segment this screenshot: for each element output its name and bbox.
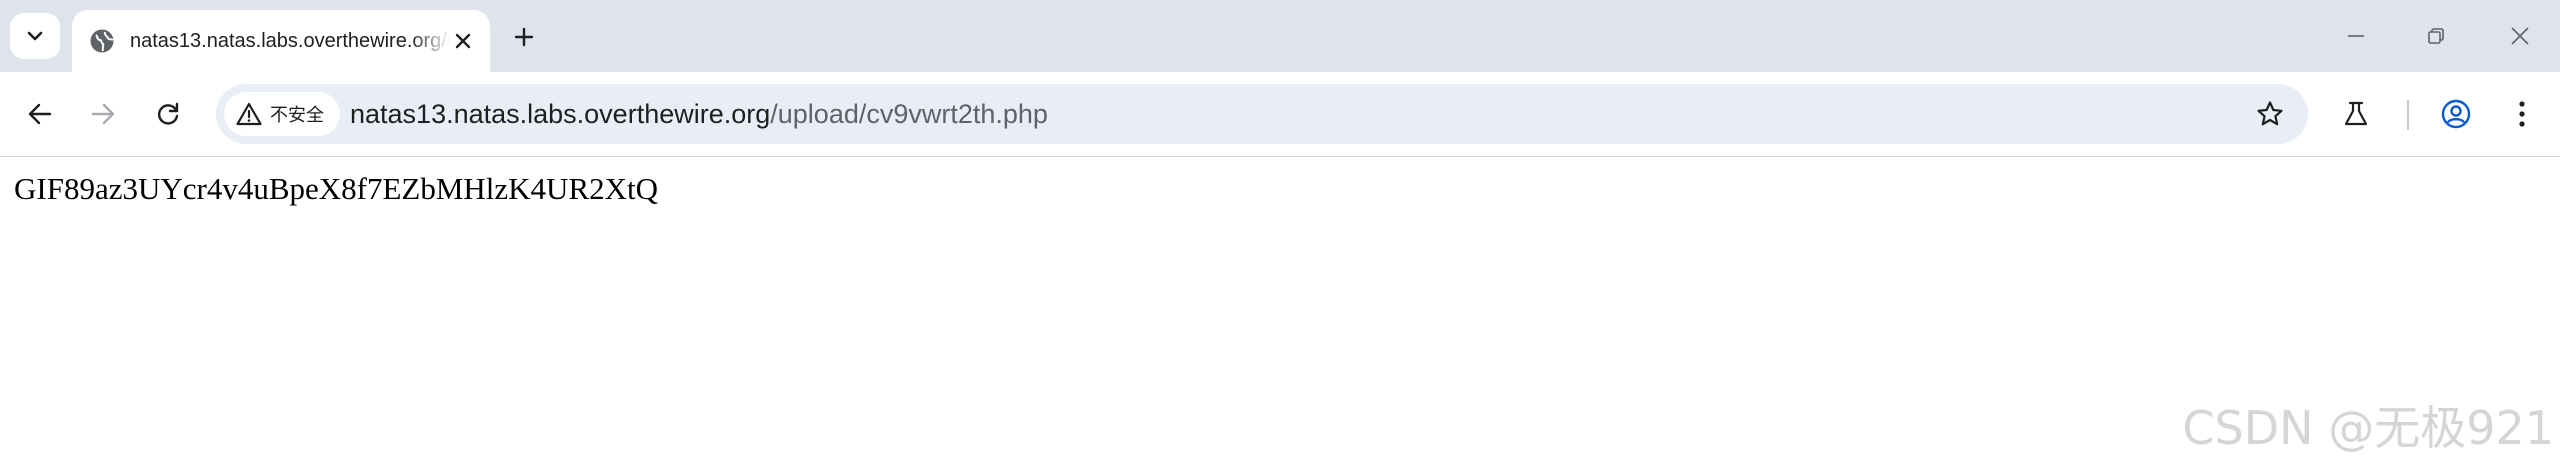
restore-icon: [2426, 26, 2446, 46]
back-button[interactable]: [16, 90, 64, 138]
tab-title: natas13.natas.labs.overthewire.org/uploa…: [130, 30, 450, 52]
toolbar: 不安全 natas13.natas.labs.overthewire.org/u…: [0, 72, 2560, 157]
address-bar[interactable]: 不安全 natas13.natas.labs.overthewire.org/u…: [216, 84, 2308, 144]
close-icon: [2510, 26, 2530, 46]
url-path: /upload/cv9vwrt2th.php: [770, 99, 1048, 129]
warning-icon: [236, 102, 262, 126]
minimize-button[interactable]: [2326, 12, 2386, 60]
minimize-icon: [2346, 26, 2366, 46]
close-icon: [455, 33, 471, 49]
page-content: GIF89az3UYcr4v4uBpeX8f7EZbMHlzK4UR2XtQ C…: [0, 157, 2560, 472]
watermark: CSDN @无极921: [2182, 401, 2554, 455]
restore-button[interactable]: [2406, 12, 2466, 60]
new-tab-button[interactable]: [504, 17, 544, 57]
tab-active[interactable]: natas13.natas.labs.overthewire.org/uploa…: [72, 10, 490, 72]
labs-button[interactable]: [2332, 90, 2380, 138]
profile-button[interactable]: [2432, 90, 2480, 138]
url-text[interactable]: natas13.natas.labs.overthewire.org/uploa…: [350, 84, 1048, 144]
flask-icon: [2341, 99, 2371, 129]
arrow-left-icon: [26, 100, 54, 128]
forward-button[interactable]: [79, 90, 127, 138]
reload-icon: [154, 100, 182, 128]
tab-close-button[interactable]: [446, 24, 480, 58]
arrow-right-icon: [89, 100, 117, 128]
account-icon: [2440, 98, 2472, 130]
chevron-down-icon: [25, 26, 45, 46]
page-body-text: GIF89az3UYcr4v4uBpeX8f7EZbMHlzK4UR2XtQ: [14, 171, 659, 206]
menu-button[interactable]: [2498, 90, 2546, 138]
security-label: 不安全: [270, 105, 324, 126]
window-close-button[interactable]: [2490, 12, 2550, 60]
reload-button[interactable]: [144, 90, 192, 138]
toolbar-divider: [2407, 100, 2409, 130]
star-icon: [2255, 99, 2285, 129]
tab-search-button[interactable]: [10, 13, 60, 59]
url-host: natas13.natas.labs.overthewire.org: [350, 99, 771, 129]
bookmark-button[interactable]: [2248, 92, 2292, 136]
security-chip[interactable]: 不安全: [224, 92, 340, 136]
plus-icon: [513, 26, 535, 48]
tab-strip: natas13.natas.labs.overthewire.org/uploa…: [0, 0, 2560, 72]
more-vert-icon: [2517, 99, 2527, 129]
globe-icon: [88, 27, 116, 55]
